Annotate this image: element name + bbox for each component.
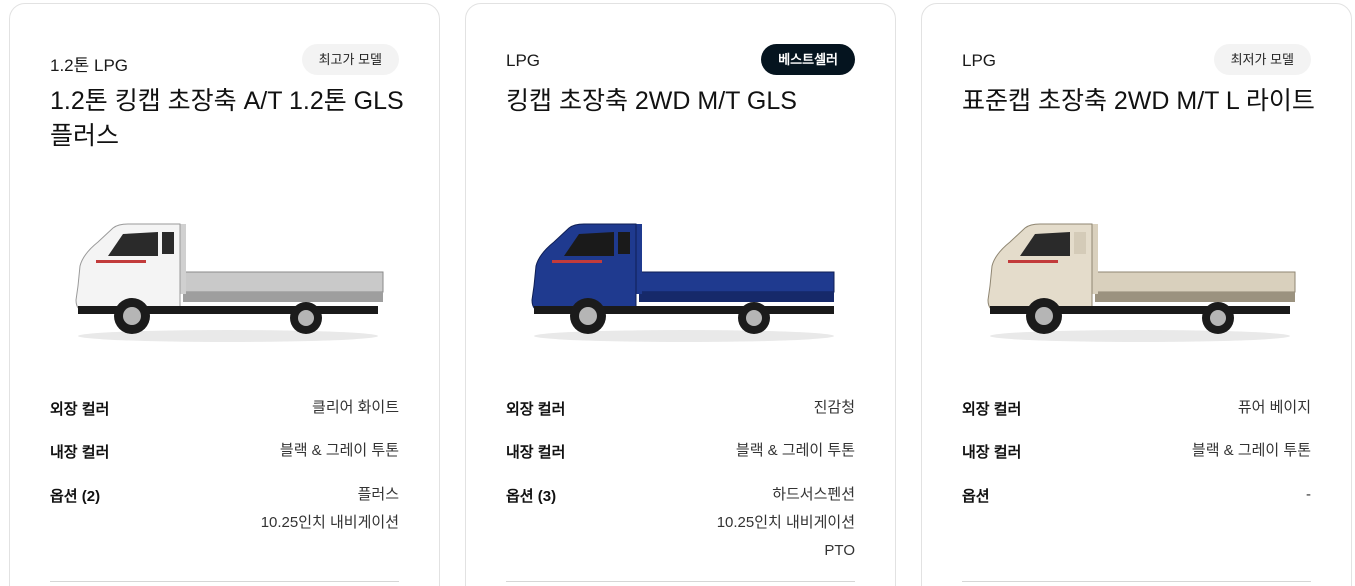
interior-color-value: 블랙 & 그레이 투톤 — [735, 442, 855, 459]
fuel-type: 1.2톤 LPG — [50, 56, 129, 75]
trim-title: 킹캡 초장축 2WD M/T GLS — [506, 87, 797, 115]
trim-title: 1.2톤 킹캡 초장축 A/T 1.2톤 GLS 플러스 — [50, 87, 404, 150]
options-list: 플러스 10.25인치 내비게이션 — [261, 481, 399, 537]
fuel-type: LPG — [962, 51, 997, 70]
divider — [962, 581, 1311, 582]
model-badge: 최고가 모델 — [301, 44, 399, 75]
fuel-type: LPG — [506, 51, 541, 70]
exterior-color-value: 퓨어 베이지 — [1237, 399, 1311, 416]
trim-title: 표준캡 초장축 2WD M/T L 라이트 — [962, 87, 1315, 115]
options-label: 옵션 (2) — [50, 488, 101, 505]
exterior-color-label: 외장 컬러 — [50, 401, 110, 418]
option-item: 플러스 — [357, 486, 399, 503]
bestseller-badge: 베스트셀러 — [761, 44, 855, 75]
option-item: 10.25인치 내비게이션 — [716, 514, 855, 531]
exterior-color-label: 외장 컬러 — [506, 401, 566, 418]
model-badge: 최저가 모델 — [1213, 44, 1311, 75]
truck-image — [531, 223, 835, 342]
options-label: 옵션 (3) — [506, 488, 557, 505]
exterior-color-value: 진감청 — [813, 399, 855, 416]
exterior-color-value: 클리어 화이트 — [312, 399, 399, 416]
exterior-color-label: 외장 컬러 — [962, 401, 1022, 418]
trim-card-1[interactable]: 1.2톤 LPG 최고가 모델 1.2톤 킹캡 초장축 A/T 1.2톤 GLS… — [9, 3, 440, 586]
options-label: 옵션 — [962, 488, 990, 505]
interior-color-value: 블랙 & 그레이 투톤 — [279, 442, 399, 459]
interior-color-value: 블랙 & 그레이 투톤 — [1191, 442, 1311, 459]
option-item: 하드서스펜션 — [772, 486, 855, 503]
trim-card-3[interactable]: LPG 최저가 모델 표준캡 초장축 2WD M/T L 라이트 외장 컬러 퓨… — [921, 3, 1352, 586]
option-item: PTO — [824, 542, 855, 559]
option-item: 10.25인치 내비게이션 — [260, 514, 399, 531]
divider — [50, 581, 399, 582]
options-list: - — [1306, 481, 1311, 509]
interior-color-label: 내장 컬러 — [50, 444, 110, 461]
options-list: 하드서스펜션 10.25인치 내비게이션 PTO — [717, 481, 855, 565]
option-item: - — [1306, 486, 1311, 503]
divider — [506, 581, 855, 582]
trim-card-2[interactable]: LPG 베스트셀러 킹캡 초장축 2WD M/T GLS 외장 컬러 진감청 내… — [465, 3, 896, 586]
interior-color-label: 내장 컬러 — [962, 444, 1022, 461]
truck-image — [75, 223, 384, 342]
truck-image — [987, 223, 1296, 342]
interior-color-label: 내장 컬러 — [506, 444, 566, 461]
